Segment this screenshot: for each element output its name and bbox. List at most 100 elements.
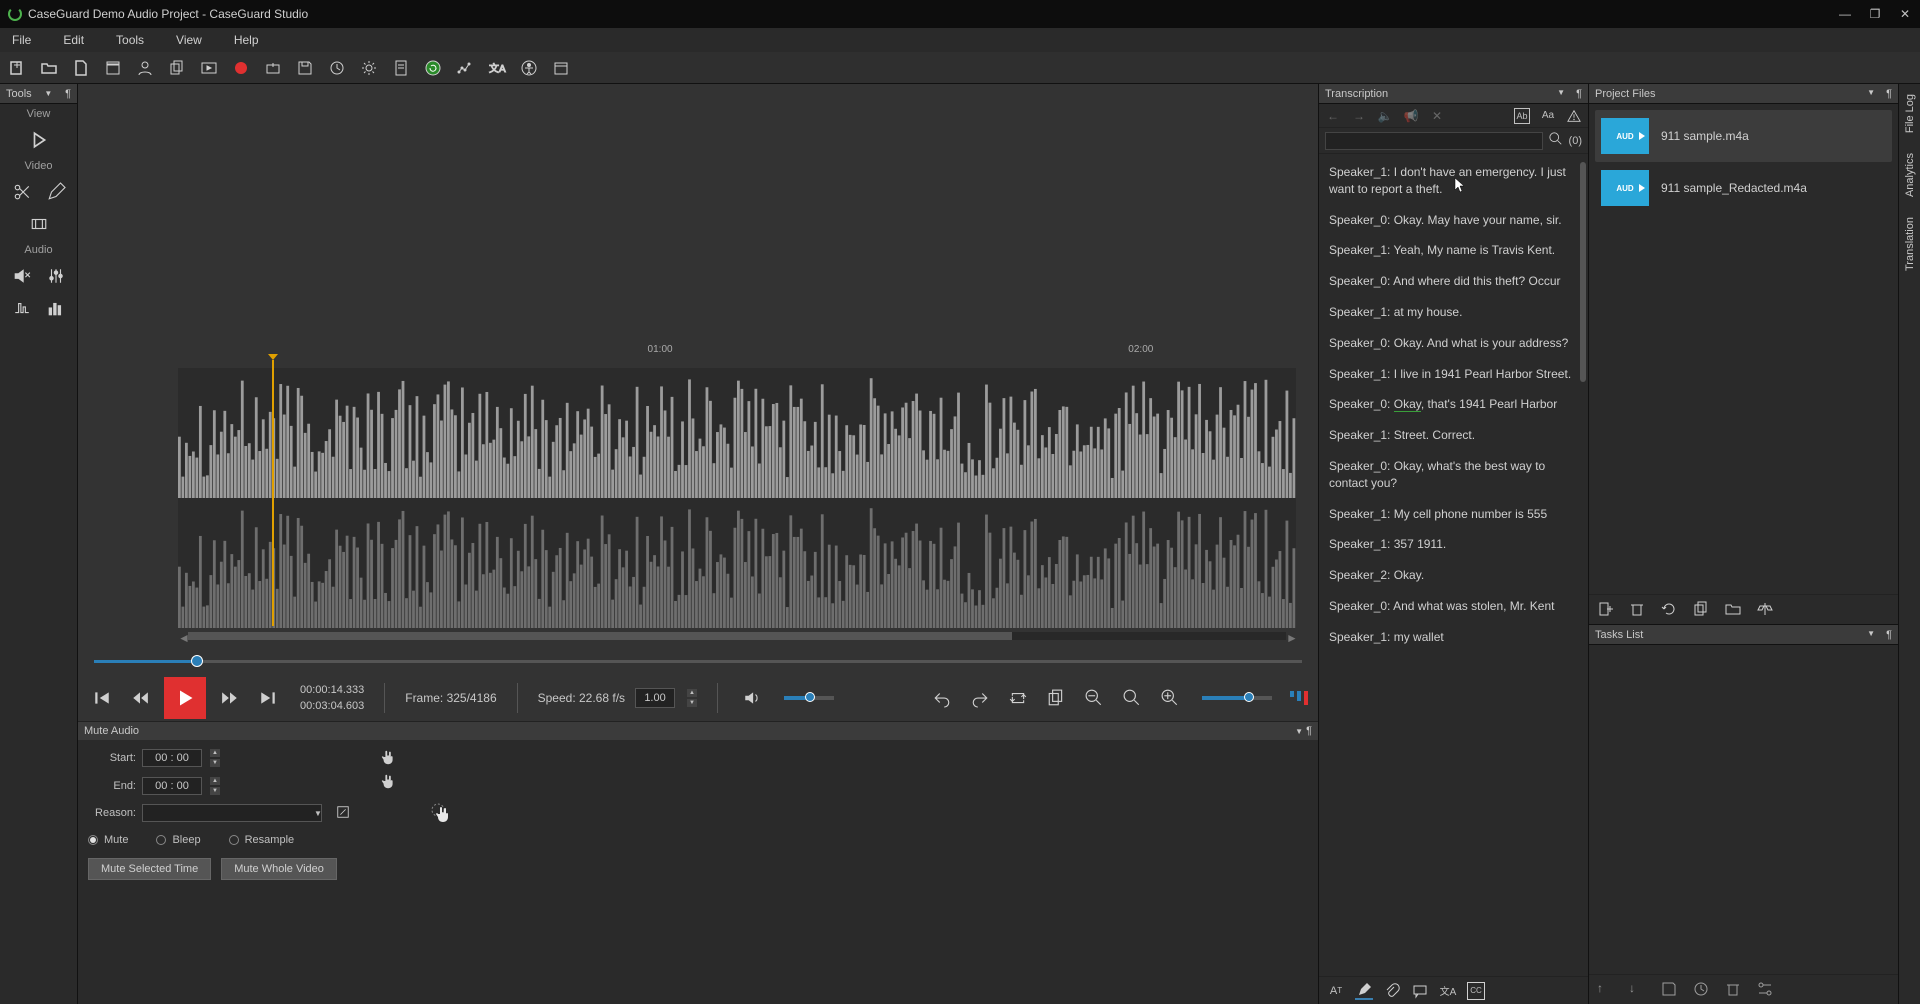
- zoom-reset-icon[interactable]: [1118, 678, 1146, 718]
- menu-edit[interactable]: Edit: [63, 33, 84, 47]
- open-local-icon[interactable]: [1725, 601, 1743, 619]
- minimize-button[interactable]: —: [1838, 7, 1852, 21]
- dropdown-icon[interactable]: ▼: [1867, 629, 1875, 641]
- pin-icon[interactable]: ¶: [1886, 88, 1892, 100]
- transcription-entry[interactable]: Speaker_2: Okay.: [1329, 567, 1578, 584]
- waveform-h-scrollbar[interactable]: ◄ ►: [178, 630, 1296, 642]
- delete-task-icon[interactable]: [1725, 981, 1743, 999]
- tab-translation[interactable]: Translation: [1902, 211, 1918, 277]
- end-spinner[interactable]: ▲▼: [210, 776, 220, 796]
- announce-icon[interactable]: 📢: [1403, 108, 1419, 124]
- mute-radio[interactable]: Mute: [88, 834, 128, 846]
- redo-icon[interactable]: [966, 678, 994, 718]
- frame-icon[interactable]: [29, 214, 49, 234]
- menu-help[interactable]: Help: [234, 33, 259, 47]
- translate-icon[interactable]: 文A: [488, 59, 506, 77]
- copy-region-icon[interactable]: [1042, 678, 1070, 718]
- record-icon[interactable]: [232, 59, 250, 77]
- playhead[interactable]: [272, 360, 274, 626]
- translate-bottom-icon[interactable]: 文A: [1439, 982, 1457, 1000]
- compare-icon[interactable]: [1757, 601, 1775, 619]
- attachment-icon[interactable]: [1383, 982, 1401, 1000]
- transcription-entry[interactable]: Speaker_0: Okay, what's the best way to …: [1329, 458, 1578, 492]
- transcription-entry[interactable]: Speaker_1: I don't have an emergency. I …: [1329, 164, 1578, 198]
- start-spinner[interactable]: ▲▼: [210, 748, 220, 768]
- waveform-area[interactable]: 01:00 02:00 ◄ ►: [78, 84, 1318, 654]
- transcription-entry[interactable]: Speaker_1: 357 1911.: [1329, 536, 1578, 553]
- pin-icon[interactable]: ¶: [65, 88, 71, 100]
- bars-icon[interactable]: [46, 298, 66, 318]
- pin-icon[interactable]: ¶: [1576, 88, 1582, 100]
- refresh-icon[interactable]: [1661, 601, 1679, 619]
- play-preview-icon[interactable]: [200, 59, 218, 77]
- save-task-icon[interactable]: [1661, 981, 1679, 999]
- person-icon[interactable]: [136, 59, 154, 77]
- report-icon[interactable]: [392, 59, 410, 77]
- history-task-icon[interactable]: [1693, 981, 1711, 999]
- zoom-in-icon[interactable]: [1156, 678, 1184, 718]
- project-file-item[interactable]: AUD911 sample_Redacted.m4a: [1595, 162, 1892, 214]
- document-icon[interactable]: [72, 59, 90, 77]
- edit-reason-icon[interactable]: [336, 805, 350, 822]
- project-file-item[interactable]: AUD911 sample.m4a: [1595, 110, 1892, 162]
- speaker-icon[interactable]: 🔈: [1377, 108, 1393, 124]
- pencil-icon[interactable]: [46, 182, 66, 202]
- transcription-entry[interactable]: Speaker_1: My cell phone number is 555: [1329, 506, 1578, 523]
- transcription-body[interactable]: Speaker_1: I don't have an emergency. I …: [1319, 154, 1588, 976]
- search-icon[interactable]: [1549, 132, 1563, 149]
- skip-end-button[interactable]: [254, 678, 282, 718]
- settings-task-icon[interactable]: [1757, 981, 1775, 999]
- menu-tools[interactable]: Tools: [116, 33, 144, 47]
- start-time-input[interactable]: [142, 749, 202, 767]
- menu-file[interactable]: File: [12, 33, 31, 47]
- move-up-icon[interactable]: ↑: [1597, 981, 1615, 999]
- play-outline-icon[interactable]: [29, 130, 49, 150]
- loop-icon[interactable]: [1004, 678, 1032, 718]
- maximize-button[interactable]: ❐: [1868, 7, 1882, 21]
- bleep-radio[interactable]: Bleep: [156, 834, 200, 846]
- case-sensitive-icon[interactable]: Aa: [1540, 108, 1556, 124]
- gear-icon[interactable]: [360, 59, 378, 77]
- pin-icon[interactable]: ¶: [1886, 629, 1892, 641]
- menu-view[interactable]: View: [176, 33, 202, 47]
- rewind-button[interactable]: [126, 678, 154, 718]
- next-result-icon[interactable]: →: [1351, 108, 1367, 124]
- hand-pick-start-icon[interactable]: [380, 748, 398, 766]
- set-point-cursor-icon[interactable]: [428, 800, 456, 828]
- archive-icon[interactable]: [104, 59, 122, 77]
- calendar-icon[interactable]: [552, 59, 570, 77]
- tab-file-log[interactable]: File Log: [1902, 88, 1918, 139]
- speed-spinner[interactable]: ▲▼: [687, 688, 697, 708]
- mute-selected-button[interactable]: Mute Selected Time: [88, 858, 211, 880]
- comment-icon[interactable]: [1411, 982, 1429, 1000]
- close-button[interactable]: ✕: [1898, 7, 1912, 21]
- warning-icon[interactable]: [1566, 108, 1582, 124]
- pin-icon[interactable]: ¶: [1306, 725, 1312, 737]
- scissors-icon[interactable]: [12, 182, 32, 202]
- waveform-channel-top[interactable]: [178, 368, 1296, 498]
- mute-whole-button[interactable]: Mute Whole Video: [221, 858, 337, 880]
- prev-result-icon[interactable]: ←: [1325, 108, 1341, 124]
- open-folder-icon[interactable]: [40, 59, 58, 77]
- history-icon[interactable]: [328, 59, 346, 77]
- copy-icon[interactable]: [168, 59, 186, 77]
- add-layer-icon[interactable]: [264, 59, 282, 77]
- transcription-entry[interactable]: Speaker_1: at my house.: [1329, 304, 1578, 321]
- volume-slider[interactable]: [784, 696, 834, 700]
- chevron-down-icon[interactable]: ▼: [314, 809, 322, 818]
- cc-icon[interactable]: CC: [1467, 982, 1485, 1000]
- graph-icon[interactable]: [456, 59, 474, 77]
- end-time-input[interactable]: [142, 777, 202, 795]
- zoom-slider[interactable]: [1202, 696, 1272, 700]
- move-down-icon[interactable]: ↓: [1629, 981, 1647, 999]
- hand-pick-end-icon[interactable]: [380, 772, 398, 790]
- transcription-entry[interactable]: Speaker_1: I live in 1941 Pearl Harbor S…: [1329, 366, 1578, 383]
- duplicate-icon[interactable]: [1693, 601, 1711, 619]
- dropdown-icon[interactable]: ▼: [1557, 88, 1565, 100]
- text-format-icon[interactable]: AT: [1327, 982, 1345, 1000]
- refresh-green-icon[interactable]: [424, 59, 442, 77]
- volume-icon[interactable]: [738, 678, 766, 718]
- add-file-icon[interactable]: [1597, 601, 1615, 619]
- timeline-slider[interactable]: [78, 654, 1318, 674]
- transcription-entry[interactable]: Speaker_0: And where did this theft? Occ…: [1329, 273, 1578, 290]
